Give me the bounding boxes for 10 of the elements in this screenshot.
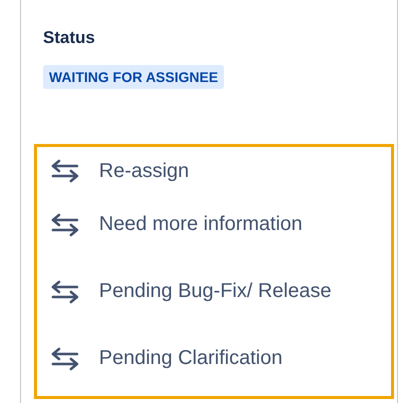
swap-arrows-icon [49, 346, 81, 370]
swap-arrows-icon [49, 280, 81, 304]
transition-link[interactable]: Pending Clarification [99, 347, 282, 370]
transition-link[interactable]: Need more information [99, 213, 302, 236]
status-lozenge: WAITING FOR ASSIGNEE [43, 65, 224, 89]
swap-arrows-icon [49, 159, 81, 183]
status-label: Status [43, 28, 96, 48]
transition-link[interactable]: Re-assign [99, 160, 190, 182]
transition-link[interactable]: Pending Bug-Fix/ Release [99, 280, 332, 303]
swap-arrows-icon [49, 212, 81, 236]
